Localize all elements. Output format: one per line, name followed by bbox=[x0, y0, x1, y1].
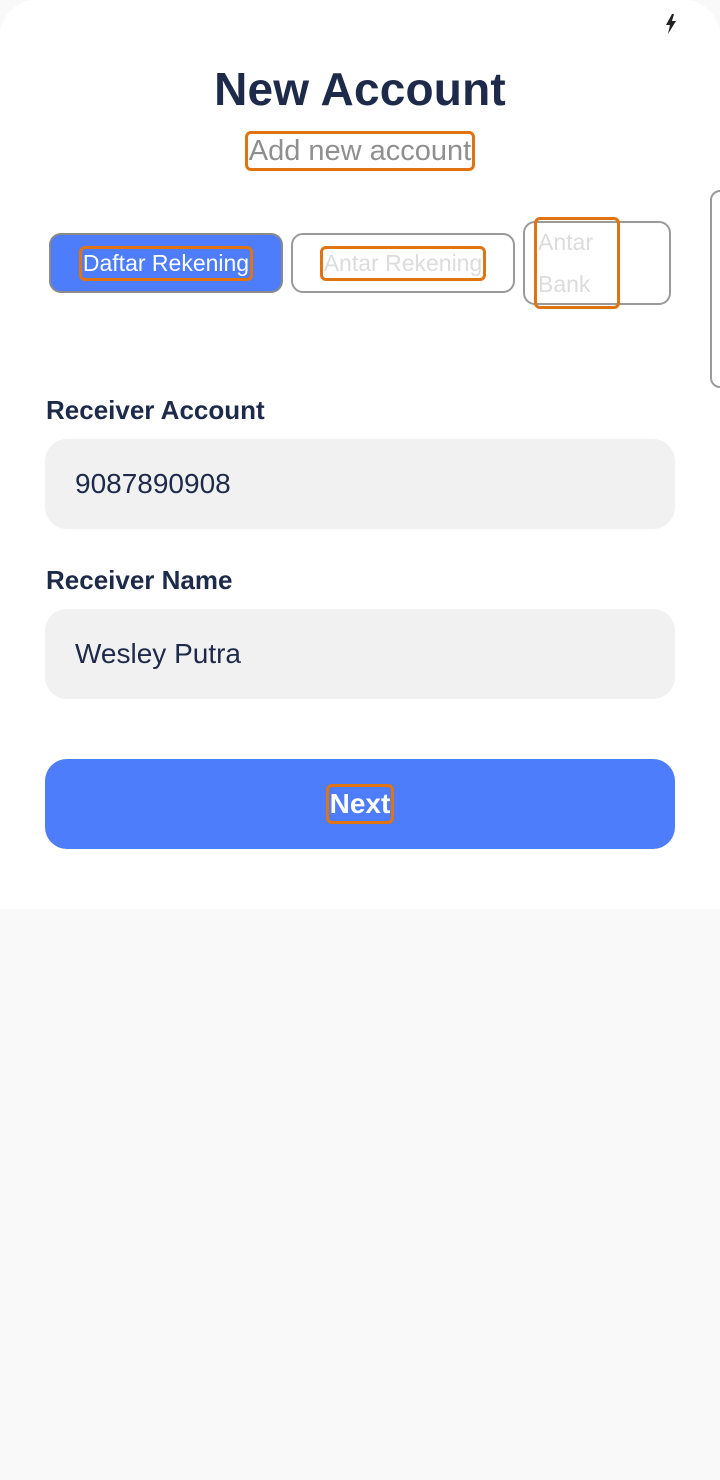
page-title: New Account bbox=[214, 63, 506, 115]
next-button[interactable]: Next bbox=[45, 759, 675, 849]
next-tab-edge[interactable] bbox=[710, 190, 720, 388]
receiver-account-field[interactable]: 9087890908 bbox=[45, 439, 675, 529]
receiver-name-label: Receiver Name bbox=[46, 565, 233, 595]
tab-daftar-rekening[interactable]: Daftar Rekening bbox=[49, 233, 283, 293]
receiver-account-value: 9087890908 bbox=[75, 468, 231, 499]
receiver-name-value: Wesley Putra bbox=[75, 638, 241, 669]
page-subtitle: Add new account bbox=[244, 131, 476, 171]
tab-antar-rekening[interactable]: Antar Rekening bbox=[291, 233, 515, 293]
receiver-account-label: Receiver Account bbox=[46, 395, 265, 425]
tab-label: Antar Rekening bbox=[319, 245, 487, 281]
tab-antar-bank[interactable]: Antar Bank bbox=[523, 217, 671, 309]
main-sheet: New Account Add new account Daftar Reken… bbox=[0, 0, 720, 909]
tab-label: Daftar Rekening bbox=[78, 245, 254, 281]
lightning-bolt-icon bbox=[666, 14, 676, 34]
tab-label: Antar Bank bbox=[534, 217, 620, 309]
receiver-name-field[interactable]: Wesley Putra bbox=[45, 609, 675, 699]
next-button-label: Next bbox=[325, 784, 395, 824]
